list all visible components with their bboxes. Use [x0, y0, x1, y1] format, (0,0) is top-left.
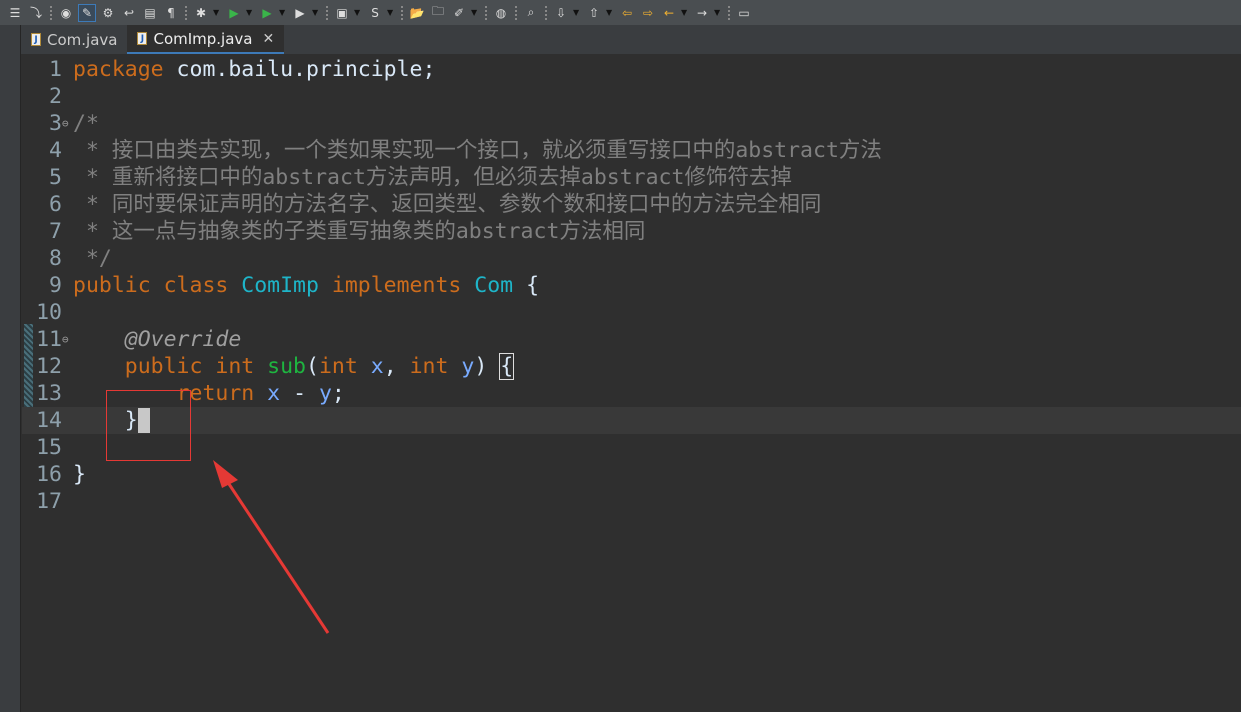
- red-arrow-annotation: [213, 460, 330, 634]
